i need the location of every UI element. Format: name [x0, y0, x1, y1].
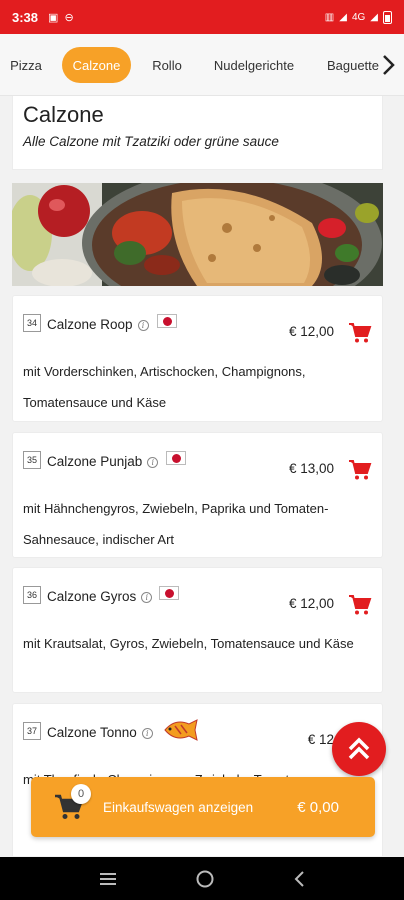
- fish-icon: [161, 718, 199, 747]
- signal-icon: ◢: [370, 11, 378, 23]
- category-tabs: Pizza Calzone Rollo Nudelgerichte Baguet…: [0, 34, 404, 96]
- info-icon[interactable]: i: [141, 727, 153, 739]
- tab-rollo[interactable]: Rollo: [140, 47, 194, 83]
- battery-icon: [383, 10, 392, 24]
- info-icon[interactable]: i: [147, 456, 159, 468]
- network-label: 4G: [351, 11, 366, 23]
- double-chevron-up-icon: [348, 737, 370, 760]
- chevron-right-icon[interactable]: [376, 52, 400, 78]
- item-number: 37: [23, 722, 41, 740]
- flag-icon: [166, 451, 186, 465]
- info-icon[interactable]: i: [141, 591, 153, 603]
- tab-calzone[interactable]: Calzone: [62, 47, 131, 83]
- add-to-cart-icon[interactable]: [348, 322, 372, 344]
- item-name: Calzone Tonno: [47, 725, 137, 740]
- cart-count-badge: 0: [71, 784, 91, 804]
- category-title: Calzone: [23, 102, 104, 127]
- item-name: Calzone Roop: [47, 317, 133, 332]
- menu-item[interactable]: 36 Calzone Gyros i € 12,00 mit Krautsalat…: [12, 567, 383, 693]
- wifi-icon: ◢: [339, 11, 347, 23]
- item-price: € 12,00: [288, 596, 334, 611]
- info-icon[interactable]: i: [137, 319, 149, 331]
- notification-icon: ▣: [48, 11, 59, 24]
- vibrate-icon: ▥: [324, 11, 335, 23]
- category-subtitle: Alle Calzone mit Tzatziki oder grüne sau…: [23, 134, 279, 149]
- item-description: mit Krautsalat, Gyros, Zwiebeln, Tomaten…: [23, 636, 354, 651]
- item-price: € 13,00: [288, 461, 334, 476]
- menu-item[interactable]: 34 Calzone Roop i € 12,00 mit Vorderschin…: [12, 295, 383, 422]
- item-description: mit Hähnchengyros, Zwiebeln, Paprika und…: [23, 501, 329, 547]
- calzone-banner-image: [12, 183, 383, 286]
- item-name: Calzone Gyros: [47, 589, 137, 604]
- add-to-cart-icon[interactable]: [348, 594, 372, 616]
- status-indicators: ▥ ◢ 4G ◢: [324, 10, 392, 24]
- tab-nudelgerichte[interactable]: Nudelgerichte: [204, 47, 304, 83]
- system-nav-bar: [0, 857, 404, 900]
- app-notification-icon: ⊖: [64, 11, 74, 24]
- item-name: Calzone Punjab: [47, 454, 143, 469]
- scroll-to-top-button[interactable]: [332, 722, 386, 776]
- view-cart-button[interactable]: 0 Einkaufswagen anzeigen € 0,00: [31, 777, 375, 837]
- item-description: mit Vorderschinken, Artischocken, Champi…: [23, 364, 306, 410]
- add-to-cart-icon[interactable]: [348, 459, 372, 481]
- recent-apps-icon[interactable]: [98, 871, 118, 887]
- status-bar: 3:38 ▣ ⊖ ▥ ◢ 4G ◢: [0, 0, 404, 34]
- back-icon[interactable]: [292, 870, 306, 888]
- tab-pizza[interactable]: Pizza: [0, 47, 52, 83]
- cart-label: Einkaufswagen anzeigen: [103, 799, 254, 815]
- category-header: Calzone Alle Calzone mit Tzatziki oder g…: [12, 96, 383, 170]
- item-number: 36: [23, 586, 41, 604]
- item-number: 35: [23, 451, 41, 469]
- home-icon[interactable]: [195, 869, 215, 889]
- item-price: € 12: [307, 732, 334, 747]
- status-time: 3:38: [12, 9, 39, 25]
- flag-icon: [159, 586, 179, 600]
- menu-item[interactable]: 35 Calzone Punjab i € 13,00 mit Hähncheng…: [12, 432, 383, 558]
- cart-total: € 0,00: [297, 798, 339, 816]
- item-price: € 12,00: [288, 324, 334, 339]
- item-number: 34: [23, 314, 41, 332]
- flag-icon: [157, 314, 177, 328]
